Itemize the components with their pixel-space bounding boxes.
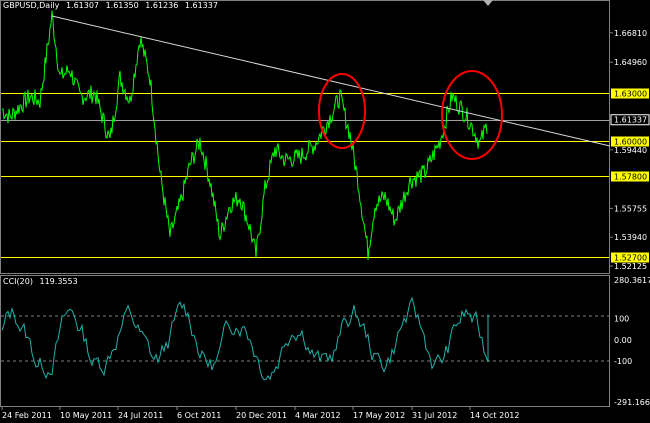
- cci-series: [1, 296, 489, 381]
- time-tick-label: 4 Mar 2012: [295, 411, 341, 420]
- price-tick-label: 1.59440: [614, 146, 647, 155]
- price-tick-label: 1.61337: [614, 116, 647, 125]
- price-chart[interactable]: 1.66810 1.64960 1.61337 1.59440 1.55755 1.539…: [0, 0, 650, 423]
- chart-window[interactable]: GBPUSD,Daily 1.61307 1.61350 1.61236 1.6…: [0, 0, 650, 423]
- cci-value: 119.3553: [39, 277, 78, 286]
- shift-marker-icon: [483, 0, 493, 6]
- price-tick-label: 1.52125: [614, 262, 647, 271]
- price-axis: 1.66810 1.64960 1.61337 1.59440 1.55755 1.539…: [609, 29, 650, 271]
- time-axis: 24 Feb 2011 10 May 2011 24 Jul 2011 6 Oct 2…: [1, 406, 519, 420]
- time-tick-label: 17 May 2012: [353, 411, 405, 420]
- highlight-circle-1: [318, 73, 366, 149]
- time-tick-label: 6 Oct 2011: [177, 411, 221, 420]
- highlight-circle-2: [441, 70, 503, 160]
- time-tick-label: 10 May 2011: [60, 411, 112, 420]
- cci-tick-label: 0.00: [614, 336, 632, 345]
- level-label: 1.57800: [614, 173, 647, 182]
- price-tick-label: 1.53940: [614, 233, 647, 242]
- price-tick-label: 1.55755: [614, 204, 647, 213]
- trendline: [51, 15, 611, 147]
- cci-axis: 280.3617 100 0.00 -100 -291.166: [614, 276, 650, 407]
- level-lines: 1.63000 1.60000 1.57800 1.52700: [1, 88, 649, 263]
- price-tick-label: 1.64960: [614, 58, 647, 67]
- cci-tick-label: 100: [614, 315, 629, 324]
- level-label: 1.60000: [614, 138, 647, 147]
- cci-title: CCI(20) 119.3553: [3, 277, 82, 286]
- time-tick-label: 24 Feb 2011: [2, 411, 52, 420]
- cci-tick-label: 280.3617: [614, 276, 650, 285]
- time-tick-label: 20 Dec 2011: [236, 411, 287, 420]
- sub-frame: [0, 275, 610, 407]
- cci-tick-label: -291.166: [614, 398, 650, 407]
- cci-tick-label: -100: [614, 357, 632, 366]
- cci-name: CCI(20): [3, 277, 33, 286]
- time-tick-label: 24 Jul 2011: [118, 411, 163, 420]
- time-tick-label: 14 Oct 2012: [470, 411, 519, 420]
- price-series: [1, 10, 488, 260]
- main-frame: [0, 0, 610, 274]
- level-label: 1.52700: [614, 254, 647, 263]
- price-tick-label: 1.66810: [614, 29, 647, 38]
- level-label: 1.63000: [614, 90, 647, 99]
- time-tick-label: 31 Jul 2012: [412, 411, 457, 420]
